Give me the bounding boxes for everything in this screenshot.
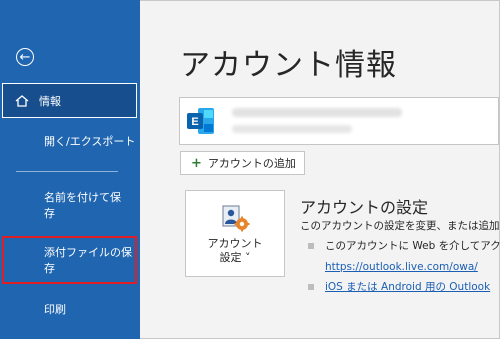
settings-heading: アカウントの設定 — [300, 198, 429, 217]
add-account-button[interactable]: + アカウントの追加 — [180, 151, 305, 175]
plus-icon: + — [191, 155, 202, 171]
back-arrow-icon[interactable]: ← — [16, 48, 34, 66]
sidebar-item-open-export-label: 開く/エクスポート — [44, 135, 136, 148]
web-access-text: このアカウントに Web を介してアクセス — [325, 240, 500, 252]
account-settings-button[interactable]: アカウント 設定 ˅ — [185, 190, 285, 277]
exchange-logo-letter: E — [191, 116, 198, 128]
home-icon — [15, 94, 29, 107]
account-selector[interactable]: E — [179, 97, 499, 145]
sidebar-divider — [16, 171, 118, 172]
owa-link[interactable]: https://outlook.live.com/owa/ — [325, 261, 500, 273]
account-type-redacted — [232, 125, 352, 133]
add-account-label: アカウントの追加 — [207, 157, 296, 170]
sidebar-item-info-label: 情報 — [39, 94, 61, 108]
bullet-marker — [308, 243, 314, 249]
account-settings-icon — [222, 205, 250, 232]
sidebar-item-info[interactable]: 情報 — [2, 83, 137, 118]
sidebar-item-save-as-label-line1: 名前を付けて保 — [44, 191, 121, 204]
sidebar-item-save-attachments-label: 添付ファイルの保存 — [44, 246, 132, 275]
sidebar-item-print-label: 印刷 — [44, 303, 66, 316]
settings-description: このアカウントの設定を変更、または追加の — [300, 220, 500, 232]
page-title: アカウント情報 — [180, 48, 397, 83]
sidebar-item-open-export[interactable]: 開く/エクスポート — [0, 133, 140, 149]
account-settings-label-line1: アカウント — [207, 237, 263, 250]
bullet-marker — [308, 284, 314, 290]
sidebar-item-save-as-label-line2: 存 — [44, 207, 55, 220]
exchange-logo-icon: E — [187, 108, 214, 134]
sidebar-item-print[interactable]: 印刷 — [0, 301, 140, 317]
sidebar-item-save-as[interactable]: 名前を付けて保 存 — [0, 190, 140, 222]
account-settings-label-line2: 設定 ˅ — [219, 251, 251, 264]
sidebar-item-save-attachments[interactable]: 添付ファイルの保存 — [2, 236, 137, 284]
account-email-redacted — [232, 108, 402, 117]
mobile-app-link[interactable]: iOS または Android 用の Outlook — [325, 279, 500, 294]
backstage-sidebar: ← 情報 開く/エクスポート 名前を付けて保 存 添付ファイルの保存 印刷 — [0, 0, 140, 339]
